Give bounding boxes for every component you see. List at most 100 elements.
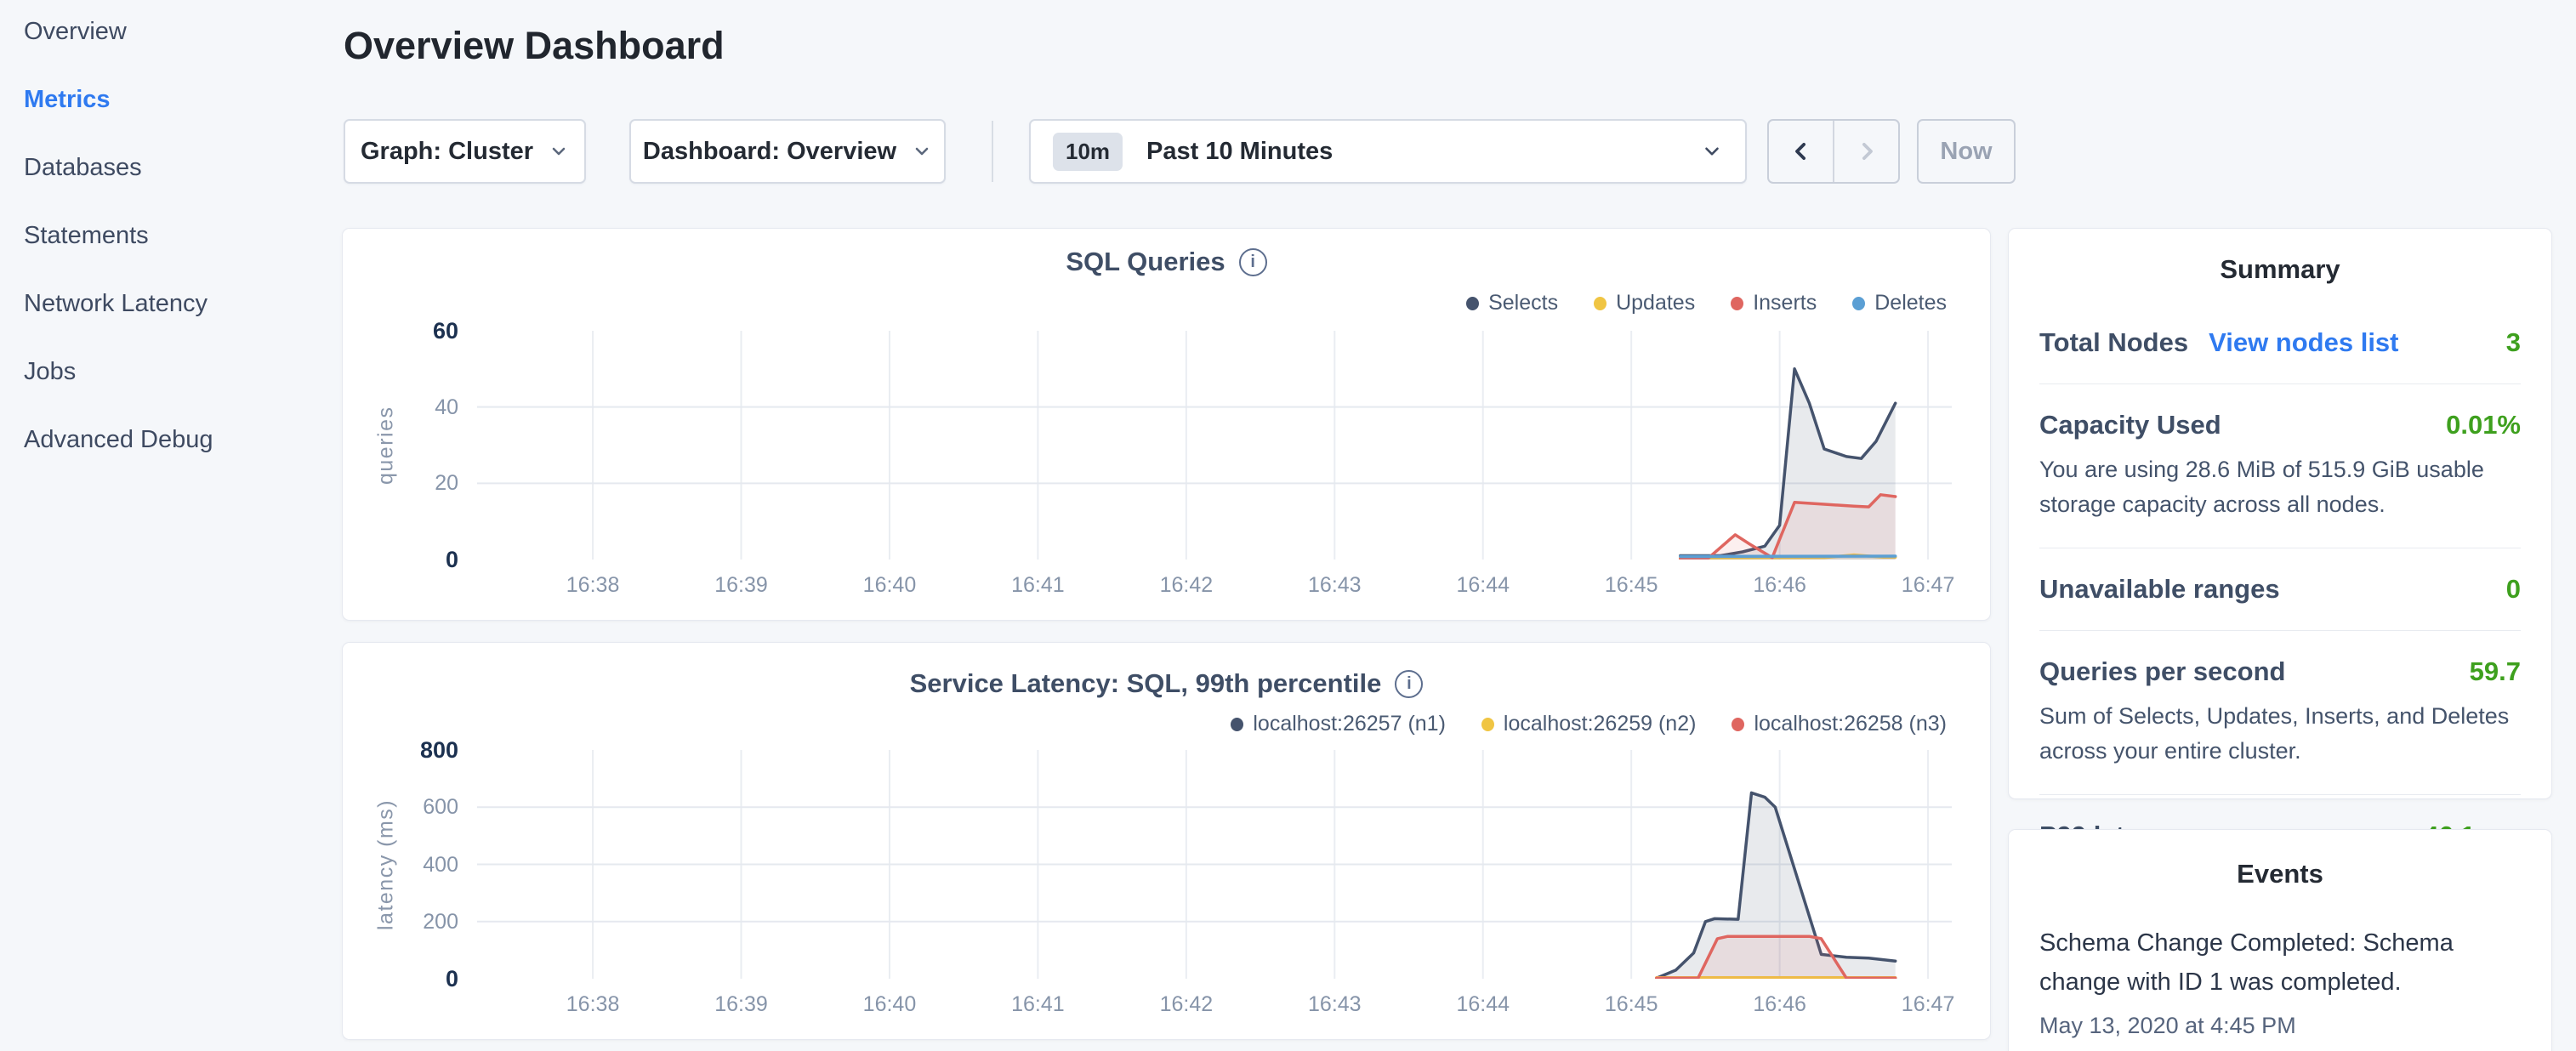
previous-time-button[interactable] bbox=[1769, 121, 1834, 182]
summary-row-label: Unavailable ranges bbox=[2039, 574, 2280, 605]
sidebar-item-jobs[interactable]: Jobs bbox=[24, 355, 342, 388]
x-axis-tick-label: 16:41 bbox=[974, 992, 1101, 1017]
sidebar-item-overview[interactable]: Overview bbox=[24, 15, 342, 48]
x-axis-tick-label: 16:42 bbox=[1123, 573, 1250, 598]
divider bbox=[2039, 794, 2521, 795]
x-axis-tick-label: 16:44 bbox=[1419, 573, 1547, 598]
y-axis-tick-label: 400 bbox=[348, 850, 458, 879]
summary-row-total-nodes: Total Nodes View nodes list 3 bbox=[2039, 327, 2521, 358]
graph-dropdown[interactable]: Graph: Cluster bbox=[344, 119, 586, 184]
divider bbox=[2039, 630, 2521, 631]
x-axis-tick-label: 16:38 bbox=[529, 992, 657, 1017]
summary-row-capacity-used: Capacity Used 0.01% You are using 28.6 M… bbox=[2039, 410, 2521, 522]
sidebar-item-statements[interactable]: Statements bbox=[24, 219, 342, 252]
legend-item: localhost:26258 (n3) bbox=[1732, 712, 1947, 736]
x-axis-tick-label: 16:40 bbox=[826, 992, 953, 1017]
summary-title: Summary bbox=[2039, 254, 2521, 285]
service-latency-chart-card: Service Latency: SQL, 99th percentile i … bbox=[342, 642, 1991, 1040]
legend-dot-icon bbox=[1852, 297, 1865, 310]
summary-row-value: 3 bbox=[2506, 327, 2521, 358]
sidebar-item-databases[interactable]: Databases bbox=[24, 151, 342, 184]
dashboard-dropdown-label: Dashboard: Overview bbox=[643, 138, 896, 166]
time-range-badge: 10m bbox=[1053, 133, 1123, 171]
page-title: Overview Dashboard bbox=[344, 24, 725, 68]
legend-dot-icon bbox=[1731, 297, 1743, 310]
view-nodes-list-link[interactable]: View nodes list bbox=[2209, 327, 2398, 358]
time-step-button-group bbox=[1767, 119, 1900, 184]
legend-label: Deletes bbox=[1874, 291, 1947, 315]
sql-queries-chart-card: SQL Queries i Selects Updates Inserts Delet… bbox=[342, 228, 1991, 621]
legend-item: Selects bbox=[1466, 291, 1558, 315]
x-axis-tick-label: 16:39 bbox=[678, 573, 805, 598]
legend-dot-icon bbox=[1481, 718, 1494, 731]
legend-label: localhost:26258 (n3) bbox=[1754, 712, 1947, 736]
admin-ui-screen: Overview Metrics Databases Statements Ne… bbox=[0, 0, 2576, 1051]
time-range-selector[interactable]: 10m Past 10 Minutes bbox=[1029, 119, 1747, 184]
x-axis-tick-label: 16:43 bbox=[1271, 573, 1398, 598]
next-time-button[interactable] bbox=[1834, 121, 1898, 182]
legend-label: Selects bbox=[1488, 291, 1558, 315]
x-axis-tick-label: 16:38 bbox=[529, 573, 657, 598]
event-text: Schema Change Completed: Schema change w… bbox=[2039, 923, 2521, 1003]
events-panel: Events Schema Change Completed: Schema c… bbox=[2008, 829, 2552, 1051]
y-axis-tick-label: 0 bbox=[348, 964, 458, 993]
chart-legend: Selects Updates Inserts Deletes bbox=[1466, 291, 1947, 315]
service-latency-plot[interactable] bbox=[477, 750, 1952, 979]
now-button[interactable]: Now bbox=[1917, 119, 2016, 184]
y-axis-tick-label: 60 bbox=[348, 316, 458, 345]
y-axis-tick-label: 0 bbox=[348, 545, 458, 574]
x-axis-tick-label: 16:46 bbox=[1716, 992, 1844, 1017]
chevron-down-icon bbox=[1701, 140, 1723, 162]
chevron-down-icon bbox=[912, 141, 932, 162]
chevron-right-icon bbox=[1854, 139, 1879, 164]
legend-label: localhost:26259 (n2) bbox=[1504, 712, 1697, 736]
chevron-down-icon bbox=[549, 141, 569, 162]
toolbar-divider bbox=[992, 121, 993, 182]
x-axis-tick-label: 16:46 bbox=[1716, 573, 1844, 598]
summary-row-description: Sum of Selects, Updates, Inserts, and De… bbox=[2039, 699, 2521, 769]
chevron-left-icon bbox=[1788, 139, 1814, 164]
legend-label: localhost:26257 (n1) bbox=[1253, 712, 1446, 736]
legend-item: localhost:26257 (n1) bbox=[1231, 712, 1446, 736]
summary-row-description: You are using 28.6 MiB of 515.9 GiB usab… bbox=[2039, 452, 2521, 522]
x-axis-tick-label: 16:39 bbox=[678, 992, 805, 1017]
sidebar-item-network-latency[interactable]: Network Latency bbox=[24, 287, 342, 320]
legend-item: Deletes bbox=[1852, 291, 1947, 315]
summary-row-queries-per-second: Queries per second 59.7 Sum of Selects, … bbox=[2039, 656, 2521, 769]
y-axis-tick-label: 40 bbox=[348, 393, 458, 422]
legend-item: Inserts bbox=[1731, 291, 1817, 315]
event-list-item[interactable]: Schema Change Completed: Schema change w… bbox=[2039, 923, 2521, 1039]
dashboard-dropdown[interactable]: Dashboard: Overview bbox=[629, 119, 946, 184]
x-axis-tick-label: 16:41 bbox=[974, 573, 1101, 598]
sidebar-item-metrics[interactable]: Metrics bbox=[24, 83, 342, 116]
info-icon[interactable]: i bbox=[1395, 670, 1423, 698]
summary-row-value: 0.01% bbox=[2446, 410, 2521, 440]
x-axis-tick-label: 16:45 bbox=[1567, 992, 1695, 1017]
divider bbox=[2039, 383, 2521, 384]
x-axis-tick-label: 16:40 bbox=[826, 573, 953, 598]
y-axis-tick-label: 600 bbox=[348, 793, 458, 821]
sidebar-item-advanced-debug[interactable]: Advanced Debug bbox=[24, 423, 342, 456]
y-axis-tick-label: 800 bbox=[348, 736, 458, 764]
chart-title: SQL Queries bbox=[1066, 247, 1225, 277]
chart-legend: localhost:26257 (n1) localhost:26259 (n2)… bbox=[1231, 712, 1947, 736]
x-axis-tick-label: 16:44 bbox=[1419, 992, 1547, 1017]
legend-dot-icon bbox=[1732, 718, 1744, 731]
info-icon[interactable]: i bbox=[1239, 248, 1267, 276]
legend-label: Updates bbox=[1616, 291, 1695, 315]
legend-dot-icon bbox=[1594, 297, 1606, 310]
event-timestamp: May 13, 2020 at 4:45 PM bbox=[2039, 1013, 2521, 1039]
events-title: Events bbox=[2039, 859, 2521, 889]
y-axis-tick-label: 20 bbox=[348, 469, 458, 497]
summary-row-value: 59.7 bbox=[2470, 656, 2521, 687]
time-range-label: Past 10 Minutes bbox=[1146, 138, 1333, 166]
graph-dropdown-label: Graph: Cluster bbox=[361, 138, 533, 166]
summary-row-label: Capacity Used bbox=[2039, 410, 2221, 440]
summary-row-value: 0 bbox=[2506, 574, 2521, 605]
y-axis-tick-label: 200 bbox=[348, 907, 458, 936]
sql-queries-plot[interactable] bbox=[477, 331, 1952, 560]
x-axis-tick-label: 16:45 bbox=[1567, 573, 1695, 598]
summary-row-label: Queries per second bbox=[2039, 656, 2285, 687]
legend-label: Inserts bbox=[1753, 291, 1817, 315]
sidebar: Overview Metrics Databases Statements Ne… bbox=[0, 0, 342, 1051]
